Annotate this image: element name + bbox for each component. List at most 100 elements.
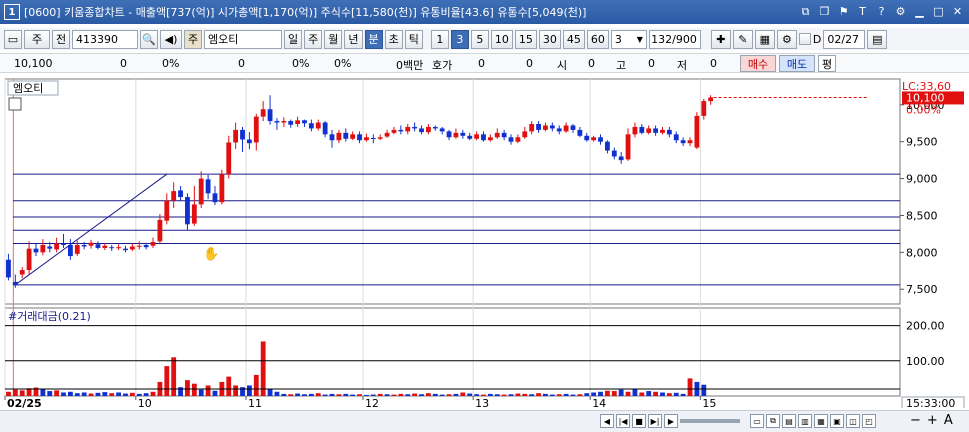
settings-icon[interactable]: ⚙ <box>893 4 908 19</box>
zoom-in-button[interactable]: + <box>927 413 938 428</box>
candle-body <box>260 109 266 117</box>
help-icon[interactable]: ? <box>874 4 889 19</box>
layout-8-icon[interactable]: ◰ <box>862 414 876 428</box>
period-minute[interactable]: 분 <box>364 29 383 49</box>
grid-icon[interactable]: ▦ <box>754 29 775 49</box>
volume-bar <box>109 393 115 396</box>
quote-hoga-v1: 0 <box>478 57 485 70</box>
interval-10[interactable]: 10 <box>490 29 513 49</box>
window-title: [0600] 키움종합차트 - 매출액[737(억)] 시가총액[1,170(억… <box>24 6 587 19</box>
interval-1[interactable]: 1 <box>430 29 449 49</box>
interval-30[interactable]: 30 <box>538 29 561 49</box>
restore-icon[interactable]: ⧉ <box>798 4 813 19</box>
sell-button[interactable]: 매도 <box>779 55 815 72</box>
copy-icon[interactable]: ❐ <box>817 4 832 19</box>
quote-open-label: 시 <box>557 59 568 72</box>
maximize-icon[interactable]: □ <box>931 4 946 19</box>
candle-body <box>549 125 555 129</box>
layout-5-icon[interactable]: ▦ <box>814 414 828 428</box>
zoom-out-button[interactable]: − <box>910 413 921 428</box>
avg-button[interactable]: 평 <box>818 55 836 72</box>
d-checkbox[interactable] <box>798 33 811 45</box>
volume-bar <box>47 391 53 396</box>
layout-icon[interactable]: ▭ <box>4 29 22 49</box>
quote-turnover-pct: 0% <box>334 57 352 70</box>
candle-body <box>61 243 66 245</box>
settings-icon[interactable]: ⚙ <box>776 29 797 49</box>
prev-button[interactable]: 전 <box>52 29 70 49</box>
volume-bar <box>611 391 617 396</box>
layout-2-icon[interactable]: ⧉ <box>766 414 780 428</box>
price-tick-label: 9,500 <box>906 136 938 149</box>
volume-bar <box>253 374 259 396</box>
interval-60[interactable]: 60 <box>586 29 609 49</box>
mode-select[interactable]: 주 <box>24 29 50 49</box>
volume-bar <box>19 390 25 396</box>
volume-bar <box>185 380 190 396</box>
layout-3-icon[interactable]: ▤ <box>782 414 796 428</box>
period-week[interactable]: 주 <box>304 29 323 49</box>
volume-bar <box>508 394 514 396</box>
period-day[interactable]: 일 <box>284 29 303 49</box>
scroll-right-button[interactable]: ▶ <box>664 414 678 428</box>
period-second[interactable]: 초 <box>384 29 403 49</box>
quote-change: 0 <box>120 57 127 70</box>
quote-high: 0 <box>648 57 655 70</box>
chart-grid-icon[interactable] <box>8 97 22 111</box>
pin-icon[interactable]: ⚑ <box>836 4 851 19</box>
candle-body <box>150 242 156 246</box>
chart-area[interactable]: 10,000 9,500 9,000 8,500 8,000 7,500 200.00 100… <box>0 76 969 411</box>
candlestick-chart[interactable]: 10,0009,5009,0008,5008,0007,500200.00100… <box>0 76 969 411</box>
scroll-start-button[interactable]: |◀ <box>616 414 630 428</box>
search-icon[interactable]: 🔍 <box>140 29 158 49</box>
volume-pane[interactable] <box>4 307 901 397</box>
volume-panel-title: #거래대금(0.21) <box>8 310 91 323</box>
calendar-icon[interactable]: ▤ <box>867 29 888 49</box>
period-tick[interactable]: 틱 <box>404 29 423 49</box>
count-total: /900 <box>672 32 697 46</box>
candle-body <box>604 141 610 151</box>
chevron-down-icon[interactable]: ▼ <box>637 35 643 44</box>
last-pct-tag: 0.00% <box>906 103 941 116</box>
stock-name-field[interactable]: 엠오티 <box>204 29 282 49</box>
font-icon[interactable]: T <box>855 4 870 19</box>
volume-bar <box>604 390 610 396</box>
candle-body <box>481 134 486 141</box>
buy-button[interactable]: 매수 <box>740 55 776 72</box>
period-year[interactable]: 년 <box>344 29 363 49</box>
volume-bar <box>322 394 328 396</box>
interval-5[interactable]: 5 <box>470 29 489 49</box>
candle-body <box>563 125 569 132</box>
price-pane[interactable] <box>4 78 901 305</box>
scroll-left-button[interactable]: ◀ <box>600 414 614 428</box>
interval-15[interactable]: 15 <box>514 29 537 49</box>
d-label: D <box>812 32 822 46</box>
interval-3[interactable]: 3 <box>450 29 469 49</box>
stock-code-input[interactable]: 413390 <box>72 29 138 49</box>
sound-icon[interactable]: ◀) <box>160 29 182 49</box>
interval-45[interactable]: 45 <box>562 29 585 49</box>
candle-body <box>136 245 142 247</box>
zoom-slider[interactable] <box>680 419 740 423</box>
candle-body <box>708 97 714 102</box>
layout-6-icon[interactable]: ▣ <box>830 414 844 428</box>
font-size-button[interactable]: A <box>944 413 953 428</box>
period-month[interactable]: 월 <box>324 29 343 49</box>
layout-1-icon[interactable]: ▭ <box>750 414 764 428</box>
layout-7-icon[interactable]: ◫ <box>846 414 860 428</box>
close-icon[interactable]: ✕ <box>950 4 965 19</box>
minimize-icon[interactable]: ▁ <box>912 4 927 19</box>
draw-icon[interactable]: ✎ <box>732 29 753 49</box>
candle-body <box>673 134 679 141</box>
count-field[interactable]: 132 /900 <box>648 29 701 49</box>
order-icon[interactable]: ✚ <box>710 29 731 49</box>
view-controls: ▭ ⧉ ▤ ▥ ▦ ▣ ◫ ◰ <box>748 414 876 428</box>
stop-button[interactable]: ■ <box>632 414 646 428</box>
interval-input[interactable]: 3 ▼ <box>610 29 647 49</box>
volume-bar <box>343 393 349 396</box>
candle-body <box>632 126 638 135</box>
layout-4-icon[interactable]: ▥ <box>798 414 812 428</box>
date-input[interactable]: 02/27 <box>823 29 866 49</box>
candle-body <box>391 129 397 133</box>
scroll-end-button[interactable]: ▶| <box>648 414 662 428</box>
